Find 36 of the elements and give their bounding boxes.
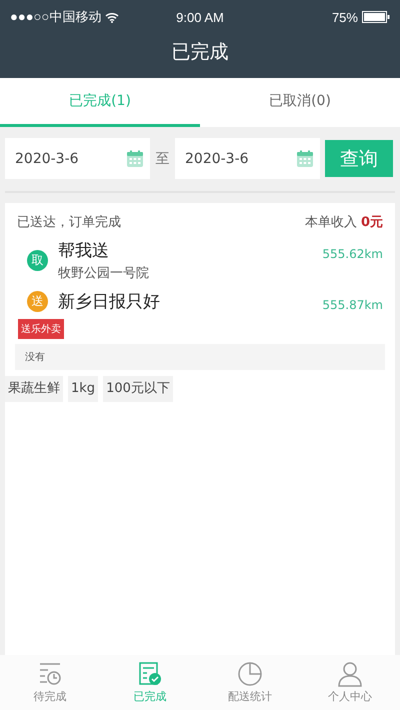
order-status: 已送达，订单完成 <box>17 214 121 231</box>
nav-item[interactable]: 个人中心 <box>328 689 372 704</box>
query-button[interactable]: 查询 <box>325 140 393 177</box>
user-icon <box>337 661 363 687</box>
nav-item[interactable]: 配送统计 <box>228 689 272 704</box>
document-check-icon <box>137 661 163 687</box>
stop-address: 牧野公园一号院 <box>58 265 150 282</box>
distance-text: 555.87km <box>322 298 383 312</box>
attribute-tag: 100元以下 <box>103 376 173 402</box>
date-field[interactable]: 2020-3-6 <box>175 138 320 179</box>
note-text: 没有 <box>15 344 385 370</box>
time-text: 9:00 AM <box>176 10 224 24</box>
separator-text: 至 <box>154 150 170 168</box>
battery-icon <box>362 11 390 23</box>
income-text: 本单收入 0元 <box>304 214 383 231</box>
shop-tag: 送乐外卖 <box>18 319 64 339</box>
tab[interactable]: 已取消(0) <box>200 78 400 127</box>
attribute-tag: 果蔬生鲜 <box>5 376 63 402</box>
calendar-icon[interactable] <box>126 150 144 168</box>
battery-text: 75% <box>332 10 358 24</box>
distance-text: 555.62km <box>322 247 383 261</box>
calendar-icon[interactable] <box>296 150 314 168</box>
nav-item[interactable]: 待完成 <box>34 689 66 704</box>
wifi-icon <box>105 12 120 22</box>
stop-badge: 取 <box>27 250 48 271</box>
tab[interactable]: 已完成(1) <box>0 78 200 127</box>
pie-chart-icon <box>237 661 263 687</box>
stop-name: 帮我送 <box>58 240 110 262</box>
nav-item[interactable]: 已完成 <box>134 689 166 704</box>
stop-badge: 送 <box>27 291 48 312</box>
attribute-tag: 1kg <box>68 376 98 402</box>
page-title: 已完成 <box>170 40 230 65</box>
stop-name: 新乡日报只好 <box>58 291 161 313</box>
list-clock-icon <box>37 661 63 687</box>
date-field[interactable]: 2020-3-6 <box>5 138 150 179</box>
carrier-text: ●●●○○中国移动 <box>10 8 102 26</box>
